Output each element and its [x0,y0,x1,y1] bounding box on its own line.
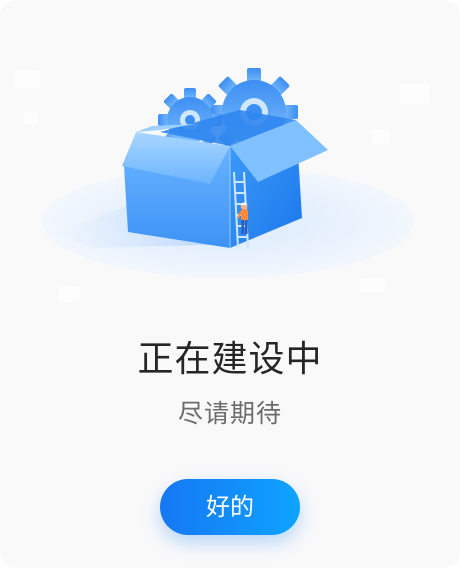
under-construction-dialog: 正在建设中 尽请期待 好的 [0,0,460,568]
ok-button[interactable]: 好的 [160,479,300,535]
construction-illustration [14,68,430,302]
page-title: 正在建设中 [137,339,323,380]
page-subtitle: 尽请期待 [177,399,282,428]
